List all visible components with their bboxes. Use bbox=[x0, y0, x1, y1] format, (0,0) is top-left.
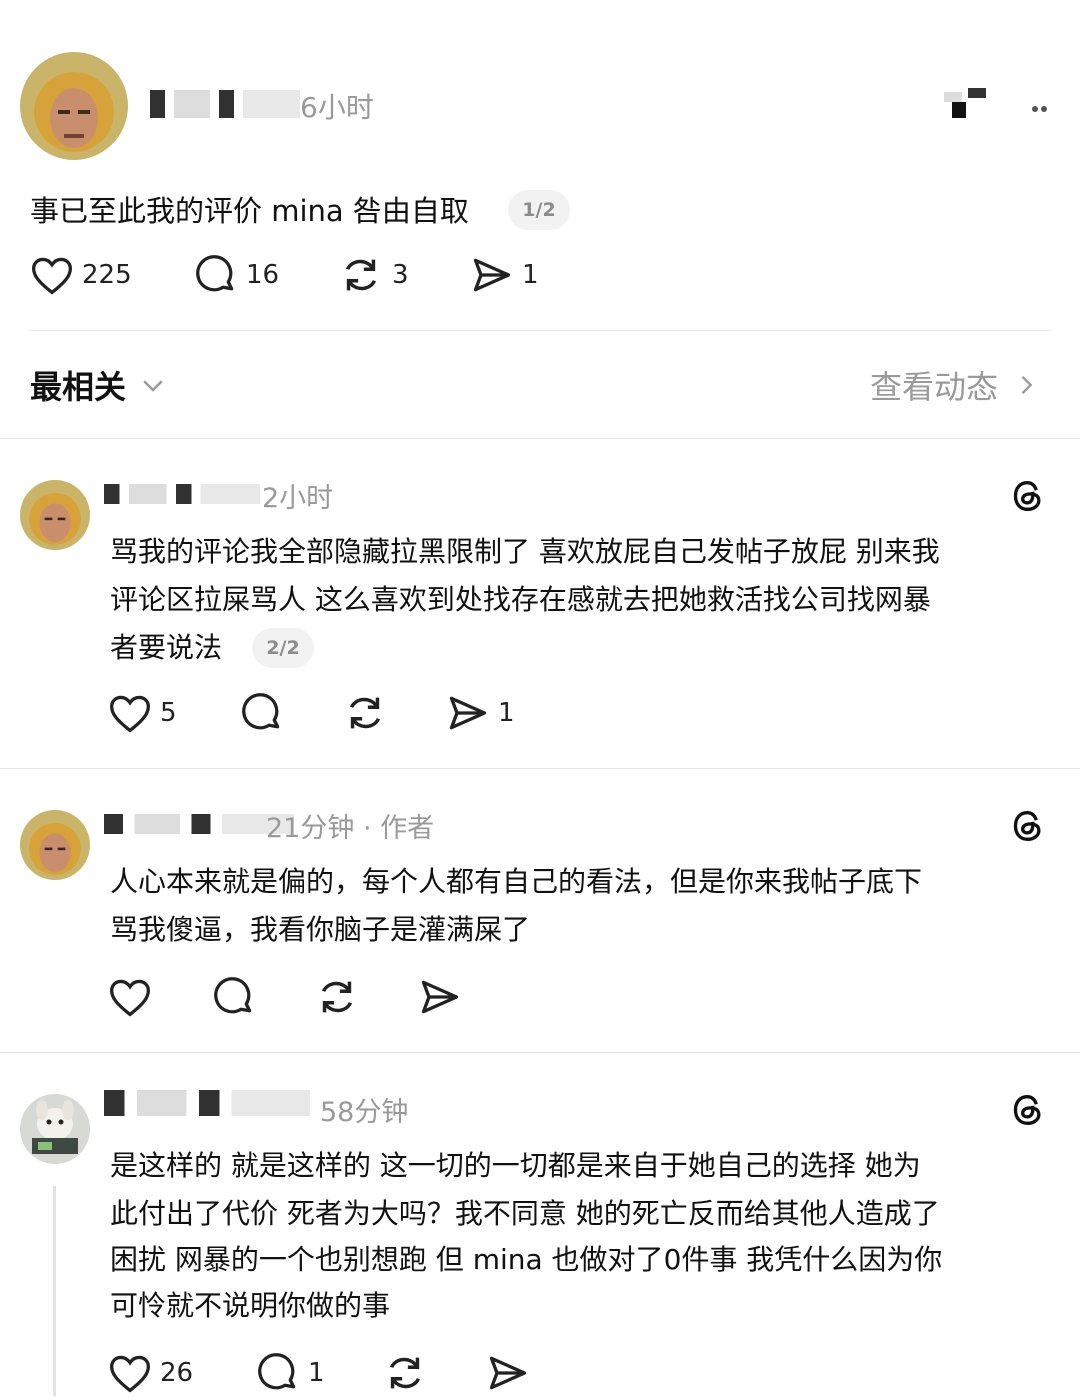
reply-text-line: 此付出了代价 死者为大吗？我不同意 她的死亡反而给其他人造成了 bbox=[110, 1197, 940, 1230]
post-divider bbox=[30, 330, 1050, 331]
post-comment-count: 16 bbox=[246, 260, 280, 290]
reply-share-button[interactable] bbox=[418, 974, 462, 1020]
reply-time: 2小时 bbox=[262, 483, 334, 514]
reply-divider bbox=[0, 768, 1080, 769]
post-time: 6小时 bbox=[300, 91, 374, 124]
post-share-button[interactable]: 1 bbox=[470, 252, 539, 298]
more-menu-dot bbox=[1030, 100, 1050, 112]
comment-icon bbox=[214, 977, 252, 1014]
post-like-count: 225 bbox=[82, 260, 132, 290]
chevron-right-icon bbox=[1021, 376, 1033, 394]
repost-icon bbox=[321, 981, 353, 1013]
reply-text-line: 骂我傻逼，我看你脑子是灌满屎了 bbox=[110, 913, 531, 946]
share-icon bbox=[489, 1356, 527, 1390]
heart-icon bbox=[110, 979, 150, 1017]
reply-repost-button[interactable] bbox=[342, 690, 388, 736]
share-icon bbox=[421, 980, 459, 1014]
reply-share-count: 1 bbox=[498, 698, 515, 728]
reply-share-button[interactable]: 1 bbox=[446, 690, 515, 736]
reply-like-button[interactable]: 5 bbox=[108, 690, 177, 736]
repost-icon bbox=[349, 697, 381, 729]
reply-page-indicator: 2/2 bbox=[252, 628, 314, 668]
repost-icon bbox=[389, 1357, 421, 1389]
post-comment-button[interactable]: 16 bbox=[194, 252, 279, 298]
reply-avatar[interactable] bbox=[20, 480, 90, 550]
threads-icon[interactable] bbox=[1008, 1090, 1048, 1130]
post-share-count: 1 bbox=[522, 260, 539, 290]
share-icon bbox=[473, 258, 511, 292]
post-repost-button[interactable]: 3 bbox=[338, 252, 409, 298]
reply-comment-button[interactable]: 1 bbox=[256, 1350, 325, 1396]
repost-icon bbox=[345, 259, 377, 291]
comment-icon bbox=[258, 1353, 296, 1390]
heart-icon bbox=[110, 1355, 150, 1393]
reply-comment-count: 1 bbox=[308, 1358, 325, 1388]
reply-comment-button[interactable] bbox=[240, 690, 284, 736]
reply-repost-button[interactable] bbox=[382, 1350, 428, 1396]
reply-author-name-redacted[interactable] bbox=[104, 1090, 310, 1116]
reply-text-line: 者要说法 bbox=[110, 631, 223, 664]
post-author-avatar[interactable] bbox=[20, 52, 128, 160]
reply-text-line: 评论区拉屎骂人 这么喜欢到处找存在感就去把她救活找公司找网暴 bbox=[110, 583, 931, 616]
sort-dropdown[interactable]: 最相关 bbox=[30, 362, 168, 408]
comment-icon bbox=[242, 693, 280, 730]
post-text: 事已至此我的评价 mina 咎由自取 bbox=[30, 194, 469, 228]
view-activity-link[interactable]: 查看动态 bbox=[870, 362, 1040, 408]
reply-text-line: 困扰 网暴的一个也别想跑 但 mina 也做对了0件事 我凭什么因为你 bbox=[110, 1243, 943, 1276]
reply-like-count: 26 bbox=[160, 1358, 194, 1388]
reply-share-button[interactable] bbox=[486, 1350, 530, 1396]
reply-divider bbox=[0, 1052, 1080, 1053]
reply-like-count: 5 bbox=[160, 698, 177, 728]
reply-time: 58分钟 bbox=[320, 1097, 409, 1128]
reply-repost-button[interactable] bbox=[314, 974, 360, 1020]
sort-label: 最相关 bbox=[30, 368, 127, 406]
reply-author-name-redacted[interactable] bbox=[104, 484, 260, 504]
sort-divider bbox=[0, 438, 1080, 439]
share-icon bbox=[449, 696, 487, 730]
threads-icon[interactable] bbox=[1008, 806, 1048, 846]
reply-avatar[interactable] bbox=[20, 810, 90, 880]
comment-icon bbox=[196, 255, 234, 292]
more-menu-redacted[interactable] bbox=[944, 88, 988, 120]
post-page-indicator: 1/2 bbox=[508, 190, 570, 230]
post-author-name-redacted[interactable] bbox=[150, 90, 300, 118]
post-like-button[interactable]: 225 bbox=[30, 252, 132, 298]
reply-text-line: 可怜就不说明你做的事 bbox=[110, 1289, 391, 1322]
reply-text-line: 人心本来就是偏的，每个人都有自己的看法，但是你来我帖子底下 bbox=[110, 865, 923, 898]
thread-line bbox=[53, 1186, 56, 1396]
reply-text-line: 是这样的 就是这样的 这一切的一切都是来自于她自己的选择 她为 bbox=[110, 1149, 921, 1182]
reply-like-button[interactable]: 26 bbox=[108, 1350, 193, 1396]
chevron-down-icon bbox=[143, 380, 163, 392]
heart-icon bbox=[110, 695, 150, 733]
reply-avatar[interactable] bbox=[20, 1094, 90, 1164]
heart-icon bbox=[32, 257, 72, 295]
reply-text-line: 骂我的评论我全部隐藏拉黑限制了 喜欢放屁自己发帖子放屁 别来我 bbox=[110, 535, 940, 568]
post-repost-count: 3 bbox=[392, 260, 409, 290]
view-activity-label: 查看动态 bbox=[870, 368, 999, 406]
reply-time: 21分钟 · 作者 bbox=[266, 813, 435, 844]
reply-comment-button[interactable] bbox=[212, 974, 256, 1020]
reply-like-button[interactable] bbox=[108, 974, 152, 1020]
threads-icon[interactable] bbox=[1008, 476, 1048, 516]
